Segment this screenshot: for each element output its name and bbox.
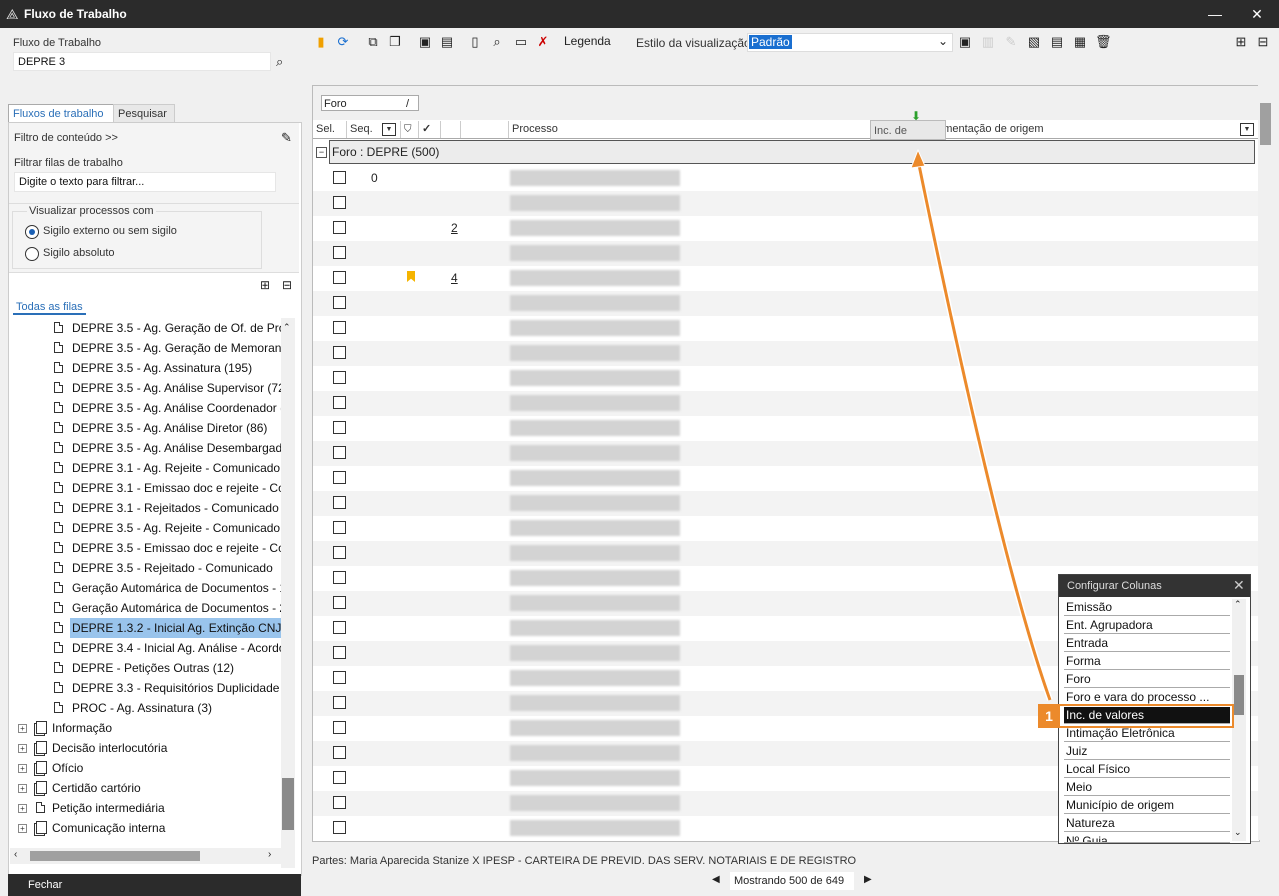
annotation-overlay	[910, 148, 1053, 702]
callout-number: 1	[1038, 704, 1060, 728]
annotation-arrowhead	[910, 148, 926, 169]
callout-box	[1038, 704, 1234, 728]
annotation-arrow-outline	[915, 159, 1053, 702]
